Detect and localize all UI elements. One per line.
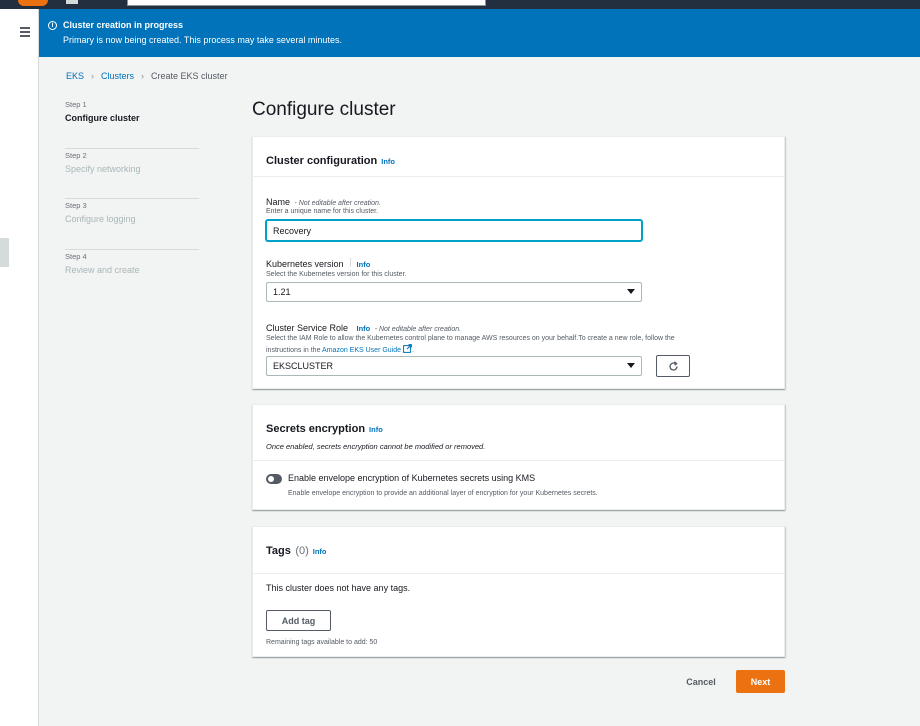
step-label: Specify networking	[65, 163, 141, 174]
side-navigation-rail	[0, 9, 39, 726]
step-number: Step 2	[65, 150, 87, 160]
step-number: Step 1	[65, 100, 87, 109]
caret-down-icon	[627, 289, 635, 294]
kubernetes-version-select[interactable]: 1.21	[266, 282, 642, 302]
info-link[interactable]: Info	[357, 260, 371, 269]
secrets-encryption-panel: Secrets encryption Info Once enabled, sec…	[252, 404, 785, 510]
toggle-label: Enable envelope encryption of Kubernetes…	[288, 473, 536, 483]
service-role-description-line-2: instructions in the Amazon EKS User Guid…	[266, 344, 675, 356]
remaining-tags-text: Remaining tags available to add: 50	[266, 639, 378, 646]
global-search-input[interactable]	[127, 0, 486, 6]
service-role-note: - Not editable after creation.	[374, 326, 462, 333]
name-description: Enter a unique name for this cluster.	[266, 208, 379, 215]
step-label: Configure cluster	[65, 113, 140, 123]
cluster-configuration-panel: Cluster configuration Info Name - Not edi…	[252, 136, 785, 389]
cluster-name-input[interactable]	[266, 220, 642, 241]
refresh-icon	[669, 361, 678, 371]
cancel-button[interactable]: Cancel	[676, 671, 726, 693]
service-role-description: Select the IAM Role to allow the Kuberne…	[266, 333, 675, 356]
breadcrumb-eks[interactable]: EKS	[66, 71, 84, 81]
divider	[349, 258, 351, 268]
tags-panel: Tags (0) Info This cluster does not have …	[252, 526, 785, 657]
step-label: Configure logging	[65, 214, 136, 224]
info-link[interactable]: Info	[369, 425, 383, 434]
page-title: Configure cluster	[252, 99, 396, 120]
breadcrumb-clusters[interactable]: Clusters	[101, 71, 134, 81]
chevron-right-icon: ›	[141, 71, 145, 81]
step-number: Step 4	[65, 251, 87, 261]
panel-title: Tags	[266, 545, 291, 557]
wizard-steps: Step 1 Configure cluster Step 2 Specify …	[65, 98, 199, 300]
service-role-description-line-1: Select the IAM Role to allow the Kuberne…	[266, 335, 675, 342]
eks-user-guide-link[interactable]: Amazon EKS User Guide	[322, 347, 401, 354]
chevron-right-icon: ›	[91, 71, 95, 81]
flash-message: Primary is now being created. This proce…	[63, 35, 342, 45]
select-value: 1.21	[273, 287, 291, 297]
step-4: Step 4 Review and create	[65, 250, 199, 301]
panel-description: Once enabled, secrets encryption cannot …	[266, 442, 486, 451]
next-button[interactable]: Next	[736, 670, 785, 693]
refresh-roles-button[interactable]	[656, 355, 690, 377]
caret-down-icon	[627, 363, 635, 368]
step-number: Step 3	[65, 201, 87, 210]
rail-scroll-handle[interactable]	[0, 238, 9, 267]
services-menu-icon[interactable]	[66, 0, 78, 4]
hamburger-menu-icon[interactable]	[20, 27, 30, 37]
flash-title: Cluster creation in progress	[63, 20, 184, 30]
panel-header: Cluster configuration Info	[253, 137, 784, 177]
aws-logo[interactable]	[18, 0, 48, 6]
k8s-version-description: Select the Kubernetes version for this c…	[266, 271, 407, 278]
top-nav-bar	[0, 0, 920, 9]
toggle-knob	[268, 476, 274, 482]
select-value: EKSCLUSTER	[273, 361, 334, 371]
info-link[interactable]: Info	[356, 324, 370, 333]
no-tags-message: This cluster does not have any tags.	[266, 583, 411, 593]
panel-title: Cluster configuration	[266, 155, 378, 167]
step-2: Step 2 Specify networking	[65, 149, 199, 199]
service-role-select[interactable]: EKSCLUSTER	[266, 356, 642, 376]
k8s-version-label: Kubernetes version	[266, 259, 344, 269]
panel-header: Secrets encryption Info Once enabled, sec…	[253, 405, 784, 461]
kms-encryption-toggle[interactable]	[266, 474, 282, 484]
step-3: Step 3 Configure logging	[65, 199, 199, 250]
flash-notification: i Cluster creation in progress Primary i…	[39, 9, 920, 57]
info-icon: i	[48, 21, 57, 30]
external-link-icon	[403, 344, 412, 353]
service-role-label: Cluster Service Role	[266, 323, 349, 333]
tags-count: (0)	[295, 545, 309, 557]
info-link[interactable]: Info	[313, 547, 327, 556]
breadcrumb-current: Create EKS cluster	[151, 71, 228, 81]
toggle-description: Enable envelope encryption to provide an…	[288, 490, 598, 497]
step-1: Step 1 Configure cluster	[65, 98, 199, 149]
breadcrumb: EKS › Clusters › Create EKS cluster	[66, 71, 228, 81]
info-link[interactable]: Info	[381, 157, 395, 166]
add-tag-button[interactable]: Add tag	[266, 610, 331, 631]
panel-header: Tags (0) Info	[253, 527, 784, 574]
panel-title: Secrets encryption	[266, 423, 366, 435]
step-label: Review and create	[65, 264, 140, 275]
